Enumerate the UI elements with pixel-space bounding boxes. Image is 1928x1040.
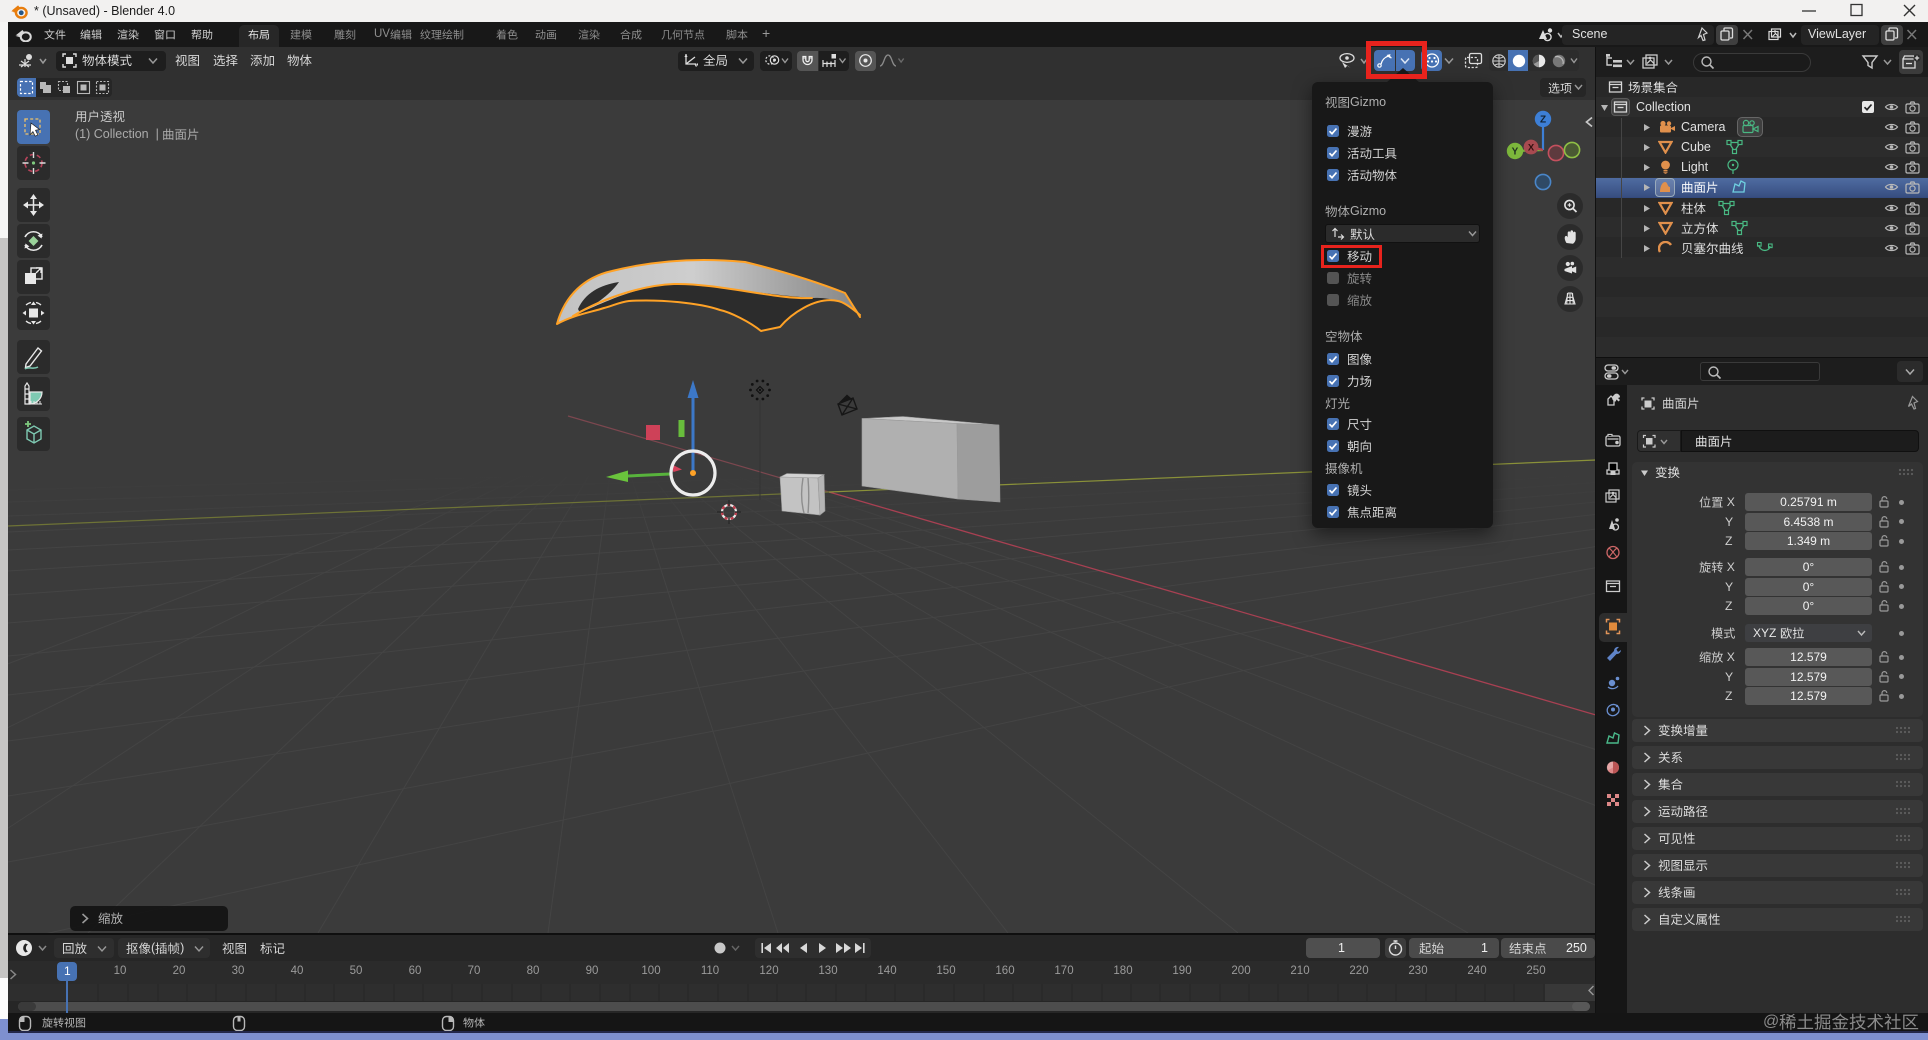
svg-text:X: X — [1528, 142, 1535, 153]
svg-text:Z: Z — [1540, 115, 1546, 126]
svg-text:Y: Y — [1512, 147, 1519, 158]
